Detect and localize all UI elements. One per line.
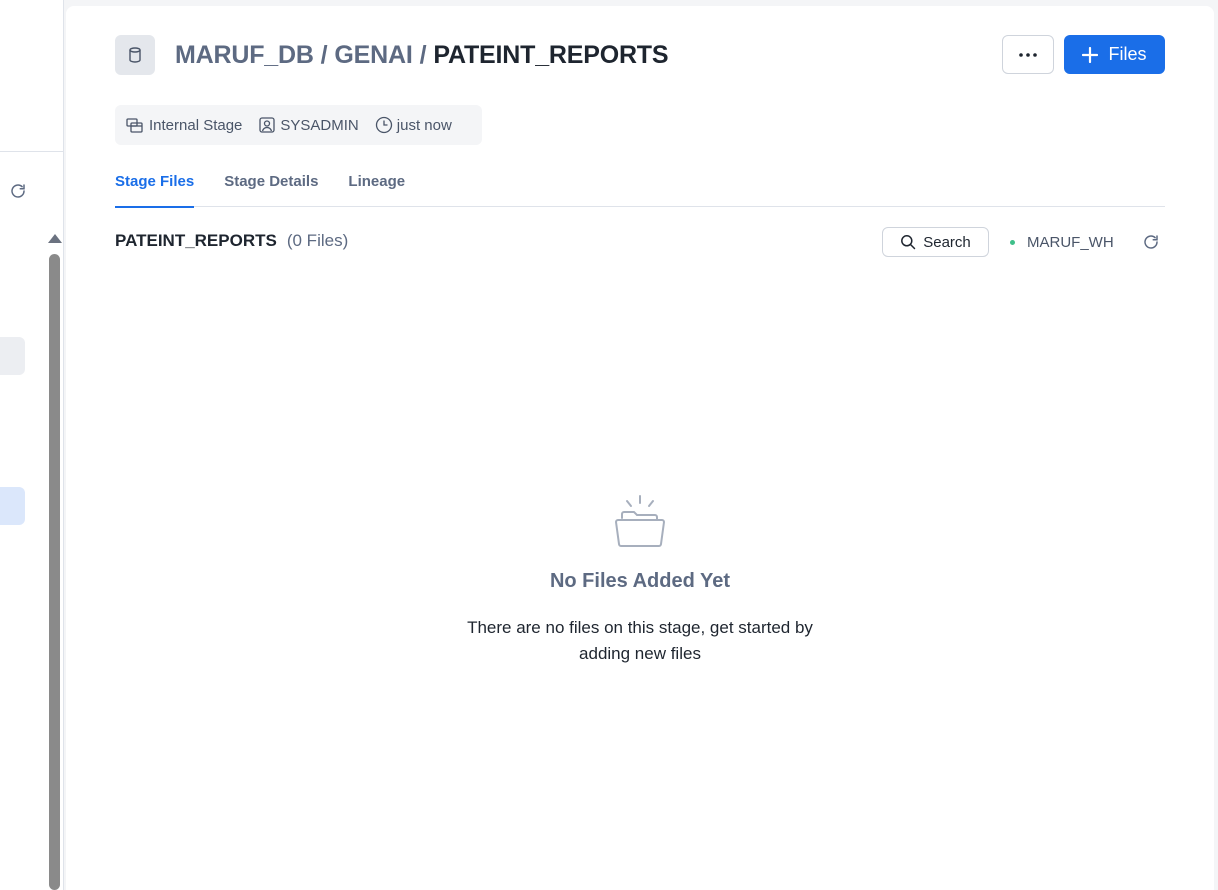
scroll-up-arrow-icon[interactable] — [48, 234, 62, 243]
scrollbar-thumb[interactable] — [49, 254, 60, 890]
stage-updated: just now — [375, 116, 452, 134]
clock-icon — [375, 116, 392, 134]
ellipsis-icon — [1019, 52, 1037, 57]
tab-lineage[interactable]: Lineage — [348, 172, 405, 207]
add-files-button[interactable]: Files — [1064, 35, 1165, 74]
breadcrumb-separator: / — [320, 40, 328, 69]
search-label: Search — [923, 233, 971, 251]
empty-folder-icon — [615, 495, 665, 547]
empty-state-description: There are no files on this stage, get st… — [467, 618, 813, 663]
files-header: PATEINT_REPORTS (0 Files) — [115, 231, 348, 251]
stage-type-label: Internal Stage — [149, 116, 243, 134]
breadcrumb: MARUF_DB / GENAI / PATEINT_REPORTS — [175, 40, 669, 70]
stage-type: Internal Stage — [125, 116, 242, 134]
stage-meta: Internal Stage SYSADMIN just now — [115, 105, 482, 145]
tab-stage-details[interactable]: Stage Details — [224, 172, 318, 207]
warehouse-status-dot — [1010, 239, 1015, 245]
stage-owner-label: SYSADMIN — [280, 116, 359, 134]
warehouse-selector[interactable]: MARUF_WH — [1010, 230, 1114, 254]
sidebar-refresh-icon[interactable] — [8, 181, 28, 201]
empty-state-title: No Files Added Yet — [549, 570, 731, 592]
stage-updated-label: just now — [396, 116, 452, 134]
refresh-icon[interactable] — [1140, 231, 1162, 253]
stage-icon — [126, 118, 143, 133]
search-button[interactable]: Search — [882, 227, 989, 257]
sidebar-divider — [0, 151, 64, 152]
plus-icon — [1082, 46, 1099, 63]
tab-bar: Stage Files Stage Details Lineage — [115, 172, 1165, 208]
files-count: (0 Files) — [286, 231, 349, 250]
more-options-button[interactable] — [1002, 35, 1054, 74]
breadcrumb-stage: PATEINT_REPORTS — [433, 40, 669, 69]
empty-state: No Files Added Yet There are no files on… — [66, 494, 1214, 667]
stage-owner: SYSADMIN — [258, 116, 359, 134]
sidebar — [0, 0, 64, 890]
main-panel: MARUF_DB / GENAI / PATEINT_REPORTS Files… — [66, 6, 1214, 890]
breadcrumb-database[interactable]: MARUF_DB — [175, 41, 314, 70]
tab-stage-files[interactable]: Stage Files — [115, 172, 195, 208]
user-icon — [259, 117, 276, 133]
sidebar-item[interactable] — [0, 337, 25, 375]
warehouse-name: MARUF_WH — [1027, 233, 1114, 251]
search-icon — [901, 235, 916, 250]
add-files-label: Files — [1108, 44, 1147, 64]
database-icon — [115, 35, 155, 75]
files-title: PATEINT_REPORTS — [115, 231, 277, 250]
breadcrumb-schema[interactable]: GENAI — [334, 41, 412, 70]
sidebar-item-selected[interactable] — [0, 487, 25, 525]
breadcrumb-separator: / — [419, 40, 427, 69]
